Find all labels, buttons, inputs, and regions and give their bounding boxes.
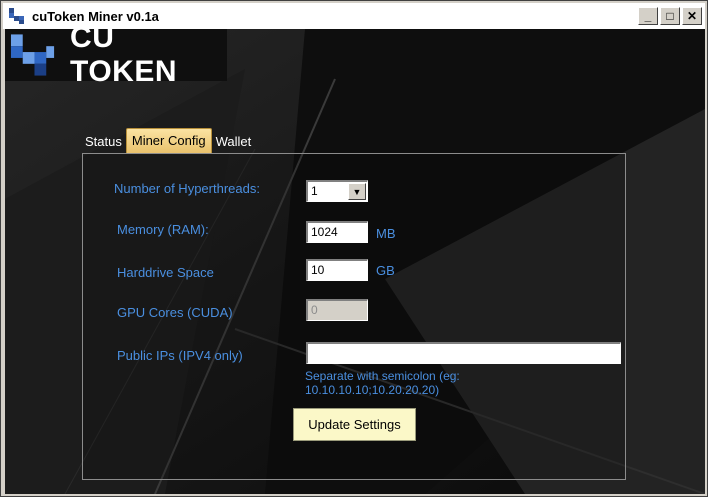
app-window: cuToken Miner v0.1a _ □ ✕ CU TOKEN Statu… xyxy=(0,0,708,497)
tab-status[interactable]: Status xyxy=(81,130,126,154)
memory-label: Memory (RAM): xyxy=(117,222,209,237)
app-icon xyxy=(9,8,24,24)
public-ips-label: Public IPs (IPV4 only) xyxy=(117,348,243,363)
logo-text: CU TOKEN xyxy=(70,29,178,88)
tab-bar: Status Miner Config Wallet xyxy=(81,128,255,154)
public-ips-hint-line1: Separate with semicolon (eg: xyxy=(305,369,460,383)
harddrive-label: Harddrive Space xyxy=(117,265,214,280)
minimize-button[interactable]: _ xyxy=(638,7,658,25)
gpu-label: GPU Cores (CUDA) xyxy=(117,305,233,320)
maximize-button[interactable]: □ xyxy=(660,7,680,25)
harddrive-unit: GB xyxy=(376,263,395,278)
hyperthreads-label: Number of Hyperthreads: xyxy=(114,181,260,196)
tab-wallet[interactable]: Wallet xyxy=(212,130,256,154)
hyperthreads-value: 1 xyxy=(311,184,318,198)
memory-input[interactable]: 1024 xyxy=(306,221,368,243)
update-settings-button[interactable]: Update Settings xyxy=(293,408,416,441)
client-area: CU TOKEN Status Miner Config Wallet Numb… xyxy=(5,29,705,494)
public-ips-hint-line2: 10.10.10.10;10.20.20.20) xyxy=(305,383,440,397)
gpu-input: 0 xyxy=(306,299,368,321)
gpu-value: 0 xyxy=(311,303,318,317)
hyperthreads-select[interactable]: 1 ▼ xyxy=(306,180,368,202)
harddrive-input[interactable]: 10 xyxy=(306,259,368,281)
cu-token-logo-icon xyxy=(10,34,55,76)
logo: CU TOKEN xyxy=(5,29,227,88)
public-ips-input[interactable] xyxy=(306,342,621,364)
chevron-down-icon[interactable]: ▼ xyxy=(348,183,366,200)
harddrive-value: 10 xyxy=(311,263,325,277)
title-bar[interactable]: cuToken Miner v0.1a _ □ ✕ xyxy=(3,3,705,29)
memory-unit: MB xyxy=(376,226,396,241)
maximize-icon: □ xyxy=(666,9,674,23)
miner-config-panel: Number of Hyperthreads: 1 ▼ Memory (RAM)… xyxy=(82,153,626,480)
tab-miner-config[interactable]: Miner Config xyxy=(125,128,212,154)
close-icon: ✕ xyxy=(686,9,698,23)
minimize-icon: _ xyxy=(644,9,652,23)
close-button[interactable]: ✕ xyxy=(682,7,702,25)
window-title: cuToken Miner v0.1a xyxy=(32,8,159,24)
memory-value: 1024 xyxy=(311,225,338,239)
